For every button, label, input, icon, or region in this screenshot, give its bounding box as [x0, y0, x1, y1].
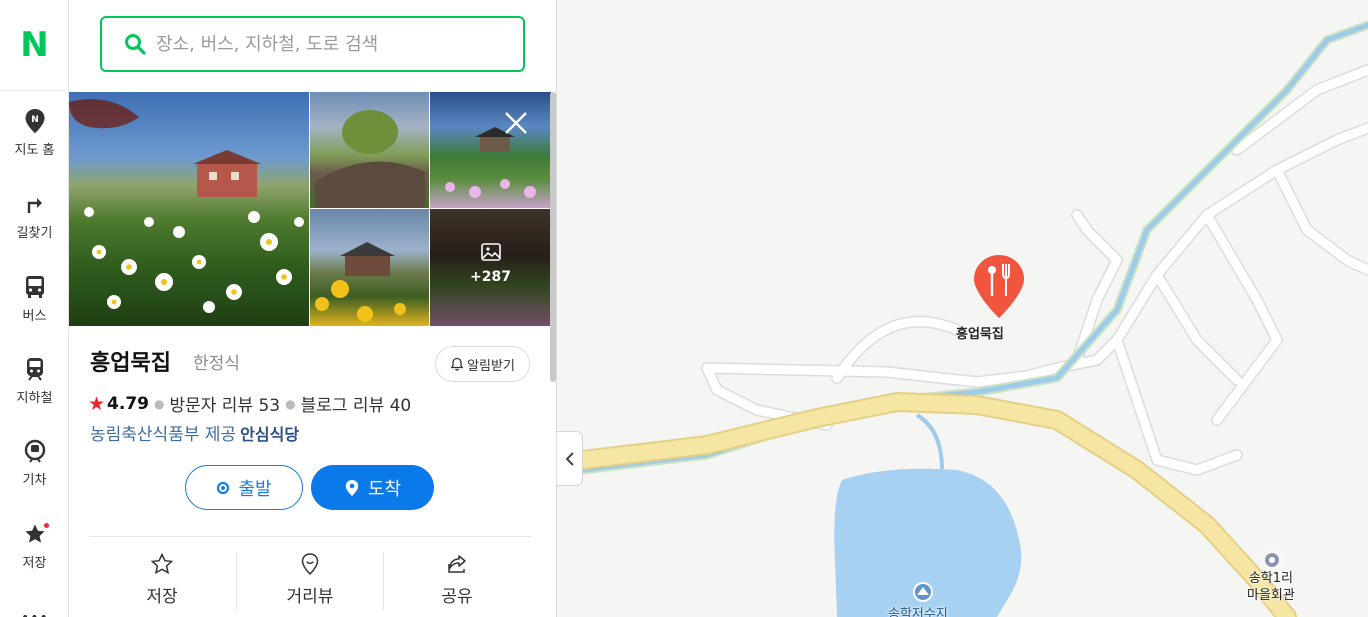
map-canvas[interactable]: 흥업묵집 송학1리 마을회관 송학저수지 [557, 0, 1368, 617]
close-icon[interactable] [503, 110, 529, 136]
start-button[interactable]: 출발 [185, 465, 303, 510]
nav-item-train[interactable]: 기차 [0, 439, 69, 509]
arrive-button[interactable]: 도착 [311, 465, 434, 510]
place-category: 한정식 [193, 354, 240, 374]
naver-logo[interactable]: N [0, 0, 68, 91]
bell-icon [450, 357, 464, 371]
panel-collapse-button[interactable] [557, 431, 583, 486]
visitor-reviews-link[interactable]: 방문자 리뷰 53 [169, 391, 280, 416]
save-action[interactable]: 저장 [89, 552, 235, 612]
left-nav: N N 지도 홈 길찾기 버스 지하철 기차 저장 [0, 0, 69, 617]
nav-label: 기차 [22, 473, 47, 488]
action-label: 거리뷰 [286, 587, 334, 607]
action-label: 공유 [441, 587, 473, 607]
nav-label: 지도 홈 [14, 143, 55, 158]
origin-dot-icon [217, 481, 230, 494]
search-box[interactable] [100, 16, 525, 72]
map-label-town-hall[interactable]: 송학1리 마을회관 [1247, 570, 1295, 604]
map-label-reservoir[interactable]: 송학저수지 [888, 603, 948, 617]
star-outline-icon [150, 552, 174, 575]
chevron-left-icon [565, 451, 574, 466]
panel-scrollbar[interactable] [550, 92, 556, 382]
notification-dot [44, 523, 49, 528]
nav-label: 지하철 [16, 391, 53, 406]
safe-restaurant-badge: 안심식당 [240, 425, 300, 444]
photo-more-count: +287 [470, 269, 511, 285]
bus-icon [23, 275, 47, 299]
photo-thumb[interactable] [430, 92, 551, 208]
street-view-icon [301, 553, 319, 576]
image-icon [480, 243, 501, 261]
search-input[interactable] [156, 33, 496, 55]
place-name: 흥업묵집 [90, 351, 171, 376]
nav-item-map-home[interactable]: N 지도 홈 [0, 109, 69, 179]
more-icon[interactable]: ••• [21, 610, 49, 617]
arrive-label: 도착 [367, 478, 402, 500]
nav-label: 저장 [22, 556, 47, 571]
photo-gallery: +287 [69, 92, 551, 326]
nav-label: 버스 [22, 309, 47, 324]
map-pin-icon: N [23, 109, 47, 134]
nav-item-saved[interactable]: 저장 [0, 522, 69, 592]
naver-map-app: N N 지도 홈 길찾기 버스 지하철 기차 저장 장소, 버스, 지하철, 도… [0, 0, 1368, 617]
alert-label: 알림받기 [467, 358, 515, 374]
share-icon [448, 555, 466, 573]
provider-text: 농림축산식품부 제공 [90, 425, 237, 445]
place-stats: ★ 4.79 ● 방문자 리뷰 53 ● 블로그 리뷰 40 [88, 391, 412, 417]
main-photo[interactable] [69, 92, 309, 326]
alert-button[interactable]: 알림받기 [435, 346, 530, 382]
destination-pin-icon [345, 479, 359, 496]
subway-icon [23, 357, 47, 381]
nav-label: 길찾기 [16, 226, 53, 241]
photo-thumb[interactable] [310, 209, 429, 326]
provider-info: 농림축산식품부 제공 안심식당 [90, 420, 299, 445]
rating-star-icon: ★ [88, 392, 106, 415]
map-pin-label[interactable]: 흥업묵집 [956, 323, 1004, 342]
place-panel: +287 흥업묵집 한정식 알림받기 ★ 4.79 ● 방문자 리뷰 53 ● … [69, 0, 557, 617]
photo-thumb[interactable] [310, 92, 429, 208]
nav-item-subway[interactable]: 지하철 [0, 357, 69, 427]
search-icon [125, 34, 146, 55]
nav-item-bus[interactable]: 버스 [0, 275, 69, 345]
start-label: 출발 [238, 478, 272, 500]
directions-icon [23, 192, 47, 216]
nav-item-directions[interactable]: 길찾기 [0, 192, 69, 262]
star-icon [23, 522, 47, 546]
rating-value: 4.79 [107, 393, 149, 414]
train-icon [23, 439, 47, 463]
reservoir-marker-icon[interactable] [913, 582, 933, 602]
street-view-action[interactable]: 거리뷰 [237, 552, 383, 612]
blog-reviews-link[interactable]: 블로그 리뷰 40 [301, 391, 412, 416]
share-action[interactable]: 공유 [384, 552, 530, 612]
divider [89, 536, 531, 537]
svg-text:N: N [31, 115, 39, 125]
town-hall-marker-icon[interactable] [1263, 551, 1281, 569]
action-label: 저장 [146, 587, 178, 607]
photo-more[interactable]: +287 [430, 209, 551, 326]
